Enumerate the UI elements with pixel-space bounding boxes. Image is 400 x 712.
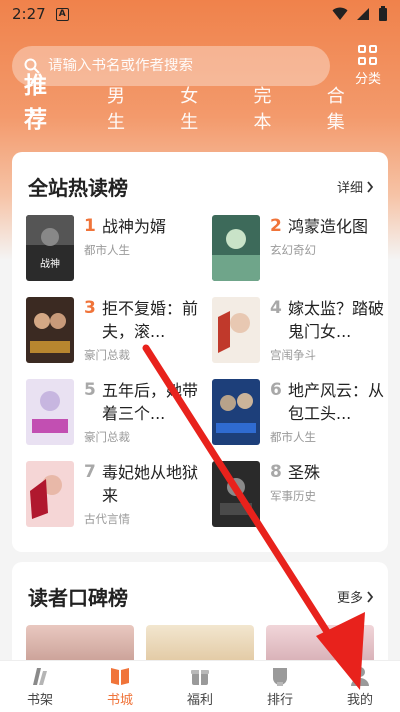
book-genre: 都市人生: [84, 243, 130, 257]
notification-icon: A: [55, 7, 69, 21]
tabbar-ranking[interactable]: 排行: [240, 661, 320, 712]
rank-number: 6: [270, 380, 282, 400]
book-cover: [212, 215, 260, 281]
book-cover: [26, 461, 74, 527]
praise-chart-card: 读者口碑榜 更多: [12, 562, 388, 672]
status-time: 2:27: [12, 5, 46, 23]
book-cover: [26, 297, 74, 363]
book-cover: [212, 461, 260, 527]
book-cover: [212, 297, 260, 363]
book-genre: 古代言情: [84, 512, 130, 526]
bottom-tab-bar: 书架 书城 福利 排行 我的: [0, 660, 400, 712]
battery-icon: [379, 6, 387, 21]
book-item[interactable]: 4 嫁太监？踏破鬼门女... 宫闱争斗: [212, 297, 392, 379]
tabbar-label: 福利: [186, 693, 213, 708]
book-title: 毒妃她从地狱来: [102, 463, 199, 505]
book-genre: 宫闱争斗: [270, 348, 316, 362]
tabbar-label: 书架: [26, 693, 53, 708]
status-icons: [332, 6, 388, 22]
book-icon: [111, 668, 129, 685]
user-icon: [351, 667, 369, 686]
search-input[interactable]: [48, 58, 308, 74]
book-title: 五年后，她带着三个...: [102, 381, 199, 423]
book-genre: 豪门总裁: [84, 348, 130, 362]
tabbar-label: 排行: [266, 693, 293, 708]
book-item[interactable]: 战神 1 战神为婿 都市人生: [26, 215, 206, 297]
signal-icon: [357, 8, 369, 20]
wifi-icon: [332, 7, 348, 20]
category-grid-icon: [358, 45, 378, 65]
book-title: 鸿蒙造化图: [288, 217, 369, 236]
book-item[interactable]: 6 地产风云：从包工头... 都市人生: [212, 379, 392, 461]
book-genre: 军事历史: [270, 489, 316, 503]
praise-chart-more-link[interactable]: 更多: [337, 587, 374, 606]
chevron-right-icon: [367, 590, 374, 603]
rank-number: 4: [270, 298, 282, 318]
book-cover: [212, 379, 260, 445]
bookshelf-icon: [33, 668, 47, 685]
hot-chart-title: 全站热读榜: [28, 176, 128, 200]
book-item[interactable]: 5 五年后，她带着三个... 豪门总裁: [26, 379, 206, 461]
ranking-icon: [273, 668, 287, 686]
book-item[interactable]: 2 鸿蒙造化图 玄幻奇幻: [212, 215, 392, 297]
svg-text:战神: 战神: [40, 257, 60, 270]
book-item[interactable]: 3 拒不复婚：前夫，滚... 豪门总裁: [26, 297, 206, 379]
tabbar-welfare[interactable]: 福利: [160, 661, 240, 712]
tabbar-bookstore[interactable]: 书城: [80, 661, 160, 712]
tabbar-label: 书城: [106, 693, 133, 708]
book-cover: 战神: [26, 215, 74, 281]
book-genre: 豪门总裁: [84, 430, 130, 444]
hot-book-grid: 战神 1 战神为婿 都市人生 2 鸿蒙造化图 玄幻奇幻 3 拒不复婚：前夫，滚... …: [12, 215, 388, 545]
tab-completed[interactable]: 完本: [254, 82, 289, 134]
book-title: 嫁太监？踏破鬼门女...: [288, 299, 385, 341]
rank-number: 2: [270, 216, 282, 236]
tab-recommend[interactable]: 推荐: [24, 66, 69, 134]
book-title: 地产风云：从包工头...: [288, 381, 385, 423]
rank-number: 7: [84, 462, 96, 482]
tab-male[interactable]: 男生: [107, 82, 142, 134]
tabbar-mine[interactable]: 我的: [320, 661, 400, 712]
hot-chart-detail-link[interactable]: 详细: [337, 177, 374, 196]
chevron-right-icon: [367, 180, 374, 193]
more-label: 更多: [336, 591, 363, 606]
tab-collection[interactable]: 合集: [327, 82, 362, 134]
channel-tabs: 推荐 男生 女生 完本 合集: [24, 73, 400, 134]
book-title: 拒不复婚：前夫，滚...: [102, 299, 199, 341]
praise-chart-title: 读者口碑榜: [28, 586, 128, 610]
book-genre: 玄幻奇幻: [270, 243, 316, 257]
book-title: 圣殊: [288, 463, 321, 482]
gift-icon: [191, 670, 209, 685]
book-item[interactable]: 7 毒妃她从地狱来 古代言情: [26, 461, 206, 543]
book-item[interactable]: 8 圣殊 军事历史: [212, 461, 392, 543]
status-bar: 2:27 A: [0, 0, 400, 28]
rank-number: 8: [270, 462, 282, 482]
book-title: 战神为婿: [102, 217, 167, 236]
tab-female[interactable]: 女生: [180, 82, 215, 134]
rank-number: 5: [84, 380, 96, 400]
tabbar-label: 我的: [346, 693, 373, 708]
hot-chart-card: 全站热读榜 详细 战神 1 战神为婿 都市人生 2 鸿蒙造化图 玄幻奇幻 3 拒不复婚…: [12, 152, 388, 552]
book-cover: [26, 379, 74, 445]
tabbar-bookshelf[interactable]: 书架: [0, 661, 80, 712]
rank-number: 3: [84, 298, 96, 318]
book-genre: 都市人生: [270, 430, 316, 444]
detail-label: 详细: [336, 181, 363, 196]
category-button[interactable]: 分类: [348, 45, 388, 87]
rank-number: 1: [84, 216, 96, 236]
